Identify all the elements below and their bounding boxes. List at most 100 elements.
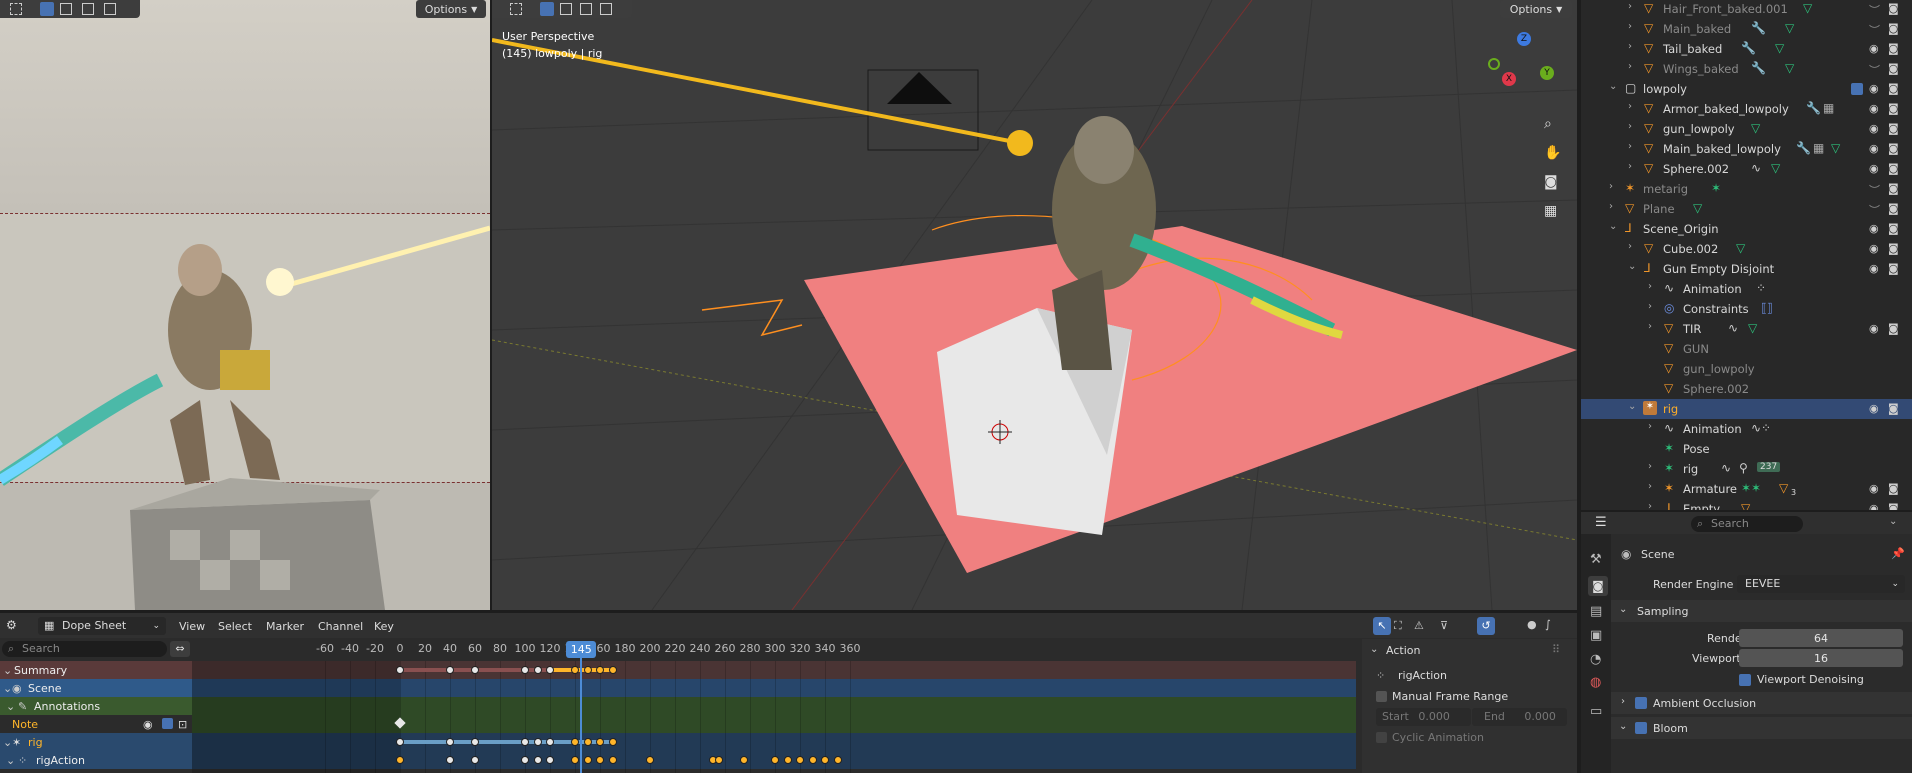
outliner-row[interactable]: › ▽ gun_lowpoly ▽ ◉ ◙	[1581, 119, 1912, 139]
interpolation-icon[interactable]: ∫	[1545, 618, 1551, 631]
collapse-arrow-icon[interactable]: ⌄	[1370, 644, 1378, 655]
eye-icon[interactable]: ◉	[1869, 82, 1879, 95]
render-camera-icon[interactable]: ◙	[1888, 22, 1899, 35]
eye-icon[interactable]: ◉	[1869, 402, 1879, 415]
expand-arrow-icon[interactable]: ›	[1628, 41, 1632, 52]
manual-frame-range-checkbox[interactable]	[1376, 691, 1387, 702]
outliner-row[interactable]: › ∿ Animation ⁘	[1581, 279, 1912, 299]
pin-icon[interactable]: 📌	[1891, 547, 1905, 560]
viewport-3d[interactable]: Options ▼ User Perspective (145) lowpoly …	[492, 0, 1577, 610]
render-view[interactable]: Options ▼	[0, 0, 490, 610]
hidden-eye-icon[interactable]: ︶	[1869, 2, 1880, 18]
eye-icon[interactable]: ◉	[1869, 42, 1879, 55]
expand-arrow-icon[interactable]: ›	[1628, 1, 1632, 12]
eye-icon[interactable]: ◉	[1869, 502, 1879, 510]
expand-arrow-icon[interactable]: ›	[1648, 461, 1652, 472]
output-tab-icon[interactable]: ▤	[1590, 604, 1602, 619]
select-mode-extend-icon[interactable]	[560, 3, 572, 15]
outliner-row[interactable]: ⌄ ⅃ Scene_Origin ◉ ◙	[1581, 219, 1912, 239]
collapse-arrow-icon[interactable]: ⌄	[3, 736, 12, 749]
dope-sheet-editor[interactable]: ⚙ ▦ Dope Sheet ⌄ View Select Marker Chan…	[0, 613, 1577, 773]
viewport-options-button[interactable]: Options ▼	[1500, 0, 1572, 18]
select-mode-subtract-icon[interactable]	[82, 3, 94, 15]
editor-type-icon[interactable]: ⚙	[6, 618, 17, 632]
action-name[interactable]: rigAction	[1398, 669, 1447, 682]
pan-hand-icon[interactable]: ✋	[1544, 145, 1561, 161]
eye-icon[interactable]: ◉	[143, 718, 153, 731]
zoom-icon[interactable]: ⌕	[1544, 116, 1552, 132]
outliner-row[interactable]: ⌄ ▢ lowpoly ◉ ◙	[1581, 79, 1912, 99]
outliner-row[interactable]: ▽ gun_lowpoly	[1581, 359, 1912, 379]
outliner-row[interactable]: › ◎ Constraints ⟦⟧	[1581, 299, 1912, 319]
tool-tab-icon[interactable]: ⚒	[1590, 552, 1602, 567]
collapse-arrow-icon[interactable]: ⌄	[1628, 261, 1636, 272]
expand-arrow-icon[interactable]: ›	[1628, 161, 1632, 172]
ortho-grid-icon[interactable]: ▦	[1544, 203, 1557, 219]
channel-note[interactable]: Note ◉ ⊡	[0, 715, 1356, 733]
select-mode-extend-icon[interactable]	[60, 3, 72, 15]
outliner-row[interactable]: › ▽ Wings_baked 🔧 ▽ ︶ ◙	[1581, 59, 1912, 79]
only-selected-icon[interactable]: ↖	[1373, 617, 1391, 635]
outliner-row[interactable]: › ▽ Sphere.002 ∿ ▽ ◉ ◙	[1581, 159, 1912, 179]
expand-arrow-icon[interactable]: ›	[1648, 301, 1652, 312]
render-camera-icon[interactable]: ◙	[1888, 42, 1899, 55]
channel-rig[interactable]: ⌄ ✶ rig	[0, 733, 1356, 751]
expand-arrow-icon[interactable]: ›	[1628, 61, 1632, 72]
note-checkbox[interactable]	[162, 718, 173, 729]
gizmo-x-axis[interactable]: X	[1502, 72, 1516, 86]
outliner-row-selected[interactable]: ⌄ ✶ rig ◉ ◙	[1581, 399, 1912, 419]
expand-arrow-icon[interactable]: ›	[1609, 181, 1613, 192]
select-mode-new-icon[interactable]	[40, 2, 54, 16]
expand-arrow-icon[interactable]: ›	[1648, 321, 1652, 332]
outliner-row[interactable]: › ▽ TIR ∿ ▽ ◉ ◙	[1581, 319, 1912, 339]
hidden-eye-icon[interactable]: ︶	[1869, 202, 1880, 218]
select-mode-invert-icon[interactable]	[600, 3, 612, 15]
outliner-row[interactable]: › ✶ metarig ✶ ︶ ◙	[1581, 179, 1912, 199]
show-errors-icon[interactable]: ⚠	[1414, 619, 1424, 632]
outliner-row[interactable]: ⌄ ⅃ Gun Empty Disjoint ◉ ◙	[1581, 259, 1912, 279]
collapse-arrow-icon[interactable]: ⌄	[1628, 401, 1636, 412]
outliner-row[interactable]: › ▽ Cube.002 ▽ ◉ ◙	[1581, 239, 1912, 259]
render-camera-icon[interactable]: ◙	[1888, 102, 1899, 115]
gizmo-y-axis[interactable]: Y	[1540, 66, 1554, 80]
camera-view-icon[interactable]: ◙	[1544, 174, 1558, 190]
render-samples-field[interactable]: 64	[1739, 629, 1903, 647]
collapse-arrow-icon[interactable]: ⌄	[3, 682, 12, 695]
outliner-row[interactable]: ✶ Pose	[1581, 439, 1912, 459]
eye-icon[interactable]: ◉	[1869, 482, 1879, 495]
outliner-row[interactable]: ▽ Sphere.002	[1581, 379, 1912, 399]
render-tab-icon[interactable]: ◙	[1588, 576, 1608, 596]
eye-icon[interactable]: ◉	[1869, 262, 1879, 275]
viewport-denoising-checkbox[interactable]	[1739, 674, 1751, 686]
select-mode-subtract-icon[interactable]	[580, 3, 592, 15]
render-camera-icon[interactable]: ◙	[1888, 162, 1899, 175]
expand-arrow-icon[interactable]: ›	[1648, 481, 1652, 492]
render-camera-icon[interactable]: ◙	[1888, 142, 1899, 155]
navigation-gizmo[interactable]: Z X Y	[1488, 32, 1558, 102]
eye-icon[interactable]: ◉	[1869, 222, 1879, 235]
outliner-row[interactable]: › ▽ Main_baked_lowpoly 🔧 ▦ ▽ ◉ ◙	[1581, 139, 1912, 159]
proportional-editing-icon[interactable]: ●	[1527, 618, 1537, 631]
eye-icon[interactable]: ◉	[1869, 102, 1879, 115]
channel-scene[interactable]: ⌄ ◉ Scene	[0, 679, 1356, 697]
menu-channel[interactable]: Channel	[318, 620, 363, 633]
view-layer-tab-icon[interactable]: ▣	[1590, 628, 1602, 643]
eye-icon[interactable]: ◉	[1869, 322, 1879, 335]
properties-search-field[interactable]: ⌕ Search	[1691, 516, 1803, 532]
channel-annotations[interactable]: ⌄ ✎ Annotations	[0, 697, 1356, 715]
expand-arrow-icon[interactable]: ›	[1648, 281, 1652, 292]
render-camera-icon[interactable]: ◙	[1888, 82, 1899, 95]
select-mode-invert-icon[interactable]	[104, 3, 116, 15]
menu-key[interactable]: Key	[374, 620, 394, 633]
outliner-row[interactable]: › ✶ Armature ✶✶ ▽ 3 ◉ ◙	[1581, 479, 1912, 499]
render-camera-icon[interactable]: ◙	[1888, 62, 1899, 75]
channel-summary[interactable]: ⌄ Summary	[0, 661, 1356, 679]
drag-handle-icon[interactable]: ⠿	[1552, 643, 1560, 656]
render-camera-icon[interactable]: ◙	[1888, 482, 1899, 495]
render-camera-icon[interactable]: ◙	[1888, 242, 1899, 255]
viewport-samples-field[interactable]: 16	[1739, 649, 1903, 667]
world-tab-icon[interactable]: ◍	[1590, 675, 1601, 690]
eye-icon[interactable]: ◉	[1869, 162, 1879, 175]
show-hidden-icon[interactable]: ⛶	[1394, 619, 1402, 633]
ambient-occlusion-checkbox[interactable]	[1635, 697, 1647, 709]
